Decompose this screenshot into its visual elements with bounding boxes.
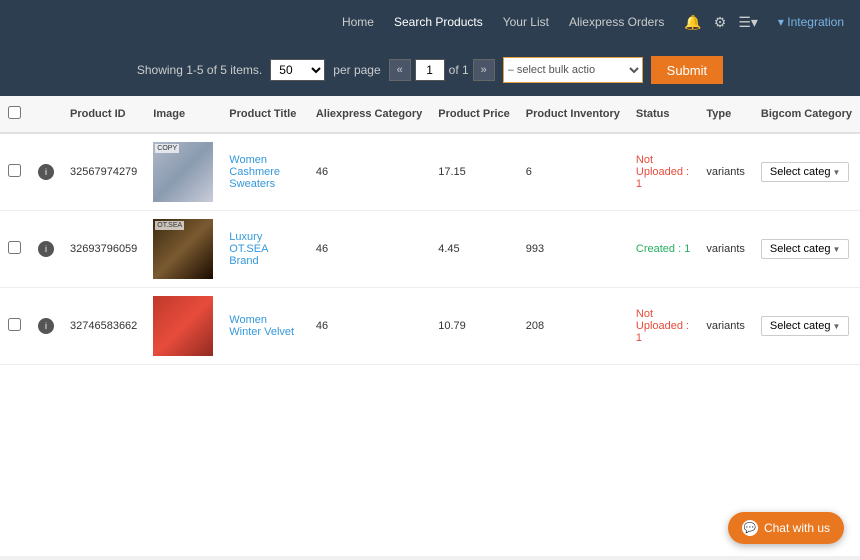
product-title[interactable]: Women Cashmere Sweaters (221, 133, 308, 211)
header-product-title: Product Title (221, 96, 308, 133)
header-bigcom-category: Bigcom Category (753, 96, 860, 133)
product-img-placeholder: COPY (153, 142, 213, 202)
product-id: 32567974279 (62, 133, 145, 211)
table-header-row: Product ID Image Product Title Aliexpres… (0, 96, 860, 133)
header-product-id: Product ID (62, 96, 145, 133)
product-price: 17.15 (430, 133, 518, 211)
product-type: variants (698, 288, 753, 365)
product-inventory: 208 (518, 288, 628, 365)
chat-button[interactable]: Chat with us (728, 512, 844, 544)
header-info (30, 96, 62, 133)
aliexpress-category: 46 (308, 211, 430, 288)
product-price: 4.45 (430, 211, 518, 288)
per-page-select[interactable]: 25 50 100 200 (270, 59, 325, 81)
header-type: Type (698, 96, 753, 133)
bell-icon[interactable]: 🔔 (684, 14, 701, 31)
header-aliexpress-category: Aliexpress Category (308, 96, 430, 133)
per-page-label: per page (333, 63, 380, 77)
first-page-button[interactable]: « (389, 59, 411, 81)
integration-button[interactable]: ▾ Integration (778, 15, 844, 29)
header-product-inventory: Product Inventory (518, 96, 628, 133)
table-container: Product ID Image Product Title Aliexpres… (0, 96, 860, 556)
product-title[interactable]: Women Winter Velvet (221, 288, 308, 365)
bigcom-category: Select categ (753, 288, 860, 365)
product-img-placeholder: OT.SEA (153, 219, 213, 279)
bigcom-category: Select categ (753, 211, 860, 288)
nav-your-list[interactable]: Your List (503, 15, 549, 29)
aliexpress-category: 46 (308, 288, 430, 365)
products-table: Product ID Image Product Title Aliexpres… (0, 96, 860, 365)
select-category-button[interactable]: Select categ (761, 316, 849, 336)
page-navigation: « of 1 » (389, 59, 495, 81)
table-row: i 32567974279 COPY Women Cashmere Sweater… (0, 133, 860, 211)
chat-icon (742, 520, 758, 536)
table-row: i 32746583662 Women Winter Velvet4610.792… (0, 288, 860, 365)
info-icon[interactable]: i (38, 318, 54, 334)
submit-button[interactable]: Submit (651, 56, 723, 84)
gear-icon[interactable]: ⚙ (714, 14, 727, 31)
product-status: Created : 1 (628, 211, 698, 288)
product-title[interactable]: Luxury OT.SEA Brand (221, 211, 308, 288)
row-checkbox[interactable] (8, 164, 21, 177)
aliexpress-category: 46 (308, 133, 430, 211)
select-all-checkbox[interactable] (8, 106, 21, 119)
select-category-button[interactable]: Select categ (761, 239, 849, 259)
last-page-button[interactable]: » (473, 59, 495, 81)
select-category-button[interactable]: Select categ (761, 162, 849, 182)
product-id: 32693796059 (62, 211, 145, 288)
showing-text: Showing 1-5 of 5 items. (137, 63, 262, 77)
status-badge: Created : 1 (636, 243, 690, 255)
product-price: 10.79 (430, 288, 518, 365)
product-img-placeholder (153, 296, 213, 356)
navbar: Home Search Products Your List Aliexpres… (0, 0, 860, 44)
toolbar-bar: Showing 1-5 of 5 items. 25 50 100 200 pe… (0, 44, 860, 96)
header-product-price: Product Price (430, 96, 518, 133)
product-image (145, 288, 221, 365)
header-status: Status (628, 96, 698, 133)
nav-search-products[interactable]: Search Products (394, 15, 483, 29)
header-checkbox (0, 96, 30, 133)
nav-home[interactable]: Home (342, 15, 374, 29)
product-status: Not Uploaded : 1 (628, 288, 698, 365)
product-status: Not Uploaded : 1 (628, 133, 698, 211)
info-icon[interactable]: i (38, 241, 54, 257)
row-checkbox[interactable] (8, 241, 21, 254)
status-badge: Not Uploaded : 1 (636, 154, 689, 190)
info-icon[interactable]: i (38, 164, 54, 180)
chat-label: Chat with us (764, 521, 830, 535)
product-inventory: 6 (518, 133, 628, 211)
menu-icon[interactable]: ☰▾ (738, 14, 758, 31)
page-number-input[interactable] (415, 59, 445, 81)
img-label: OT.SEA (155, 221, 184, 230)
status-badge: Not Uploaded : 1 (636, 308, 689, 344)
row-checkbox[interactable] (8, 318, 21, 331)
product-image: COPY (145, 133, 221, 211)
table-row: i32693796059 OT.SEA Luxury OT.SEA Brand4… (0, 211, 860, 288)
product-type: variants (698, 211, 753, 288)
bulk-action-select[interactable]: – select bulk actio (503, 57, 643, 83)
product-inventory: 993 (518, 211, 628, 288)
product-image: OT.SEA (145, 211, 221, 288)
nav-aliexpress-orders[interactable]: Aliexpress Orders (569, 15, 664, 29)
navbar-icons: 🔔 ⚙ ☰▾ (684, 14, 758, 31)
of-pages-text: of 1 (449, 63, 469, 77)
product-id: 32746583662 (62, 288, 145, 365)
header-image: Image (145, 96, 221, 133)
product-type: variants (698, 133, 753, 211)
bigcom-category: Select categ (753, 133, 860, 211)
img-label: COPY (155, 144, 179, 153)
